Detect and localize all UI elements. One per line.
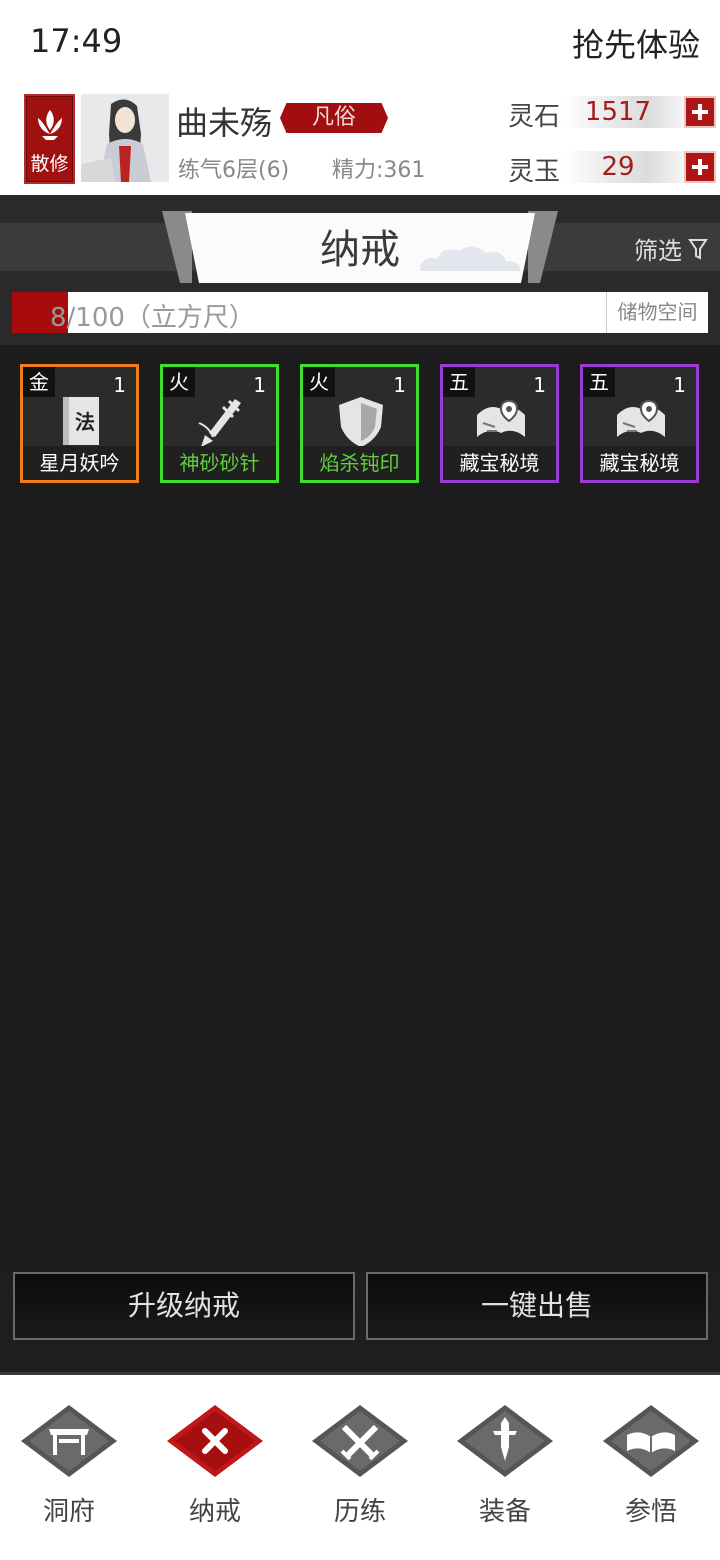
item-name: 神砂砂针 xyxy=(163,446,276,480)
plus-icon[interactable] xyxy=(684,96,716,128)
item-name: 星月妖吟 xyxy=(23,446,136,480)
currency-box: 1517 xyxy=(564,96,684,128)
item-grid: 金 1 法 星月妖吟 火 1 神砂砂针 火 1 焰杀钝印 五 1 藏宝秘境 五 … xyxy=(20,364,700,484)
rank-badge: 凡俗 xyxy=(280,103,388,133)
shield-icon xyxy=(339,397,383,447)
currency-label: 灵玉 xyxy=(508,157,561,187)
early-access-label[interactable]: 抢先体验 xyxy=(572,20,700,66)
treasure-map-icon xyxy=(477,399,525,437)
nav-item-ring[interactable]: 纳戒 xyxy=(160,1403,270,1543)
status-time: 17:49 xyxy=(30,22,123,60)
action-area: 升级纳戒 一键出售 xyxy=(0,1266,720,1372)
sect-label: 散修 xyxy=(30,153,69,175)
item-element: 五 xyxy=(583,367,615,397)
plus-icon[interactable] xyxy=(684,151,716,183)
bottom-navigation: 洞府 纳戒 历练 装备 参悟 xyxy=(0,1372,720,1560)
dagger-icon xyxy=(457,1405,553,1477)
item-count: 1 xyxy=(533,373,546,397)
inventory-title-band: 纳戒 筛选 8/100（立方尺） 储物空间 xyxy=(0,195,720,345)
capacity-text: 8/100（立方尺） xyxy=(50,303,255,333)
nav-label: 装备 xyxy=(478,1497,531,1527)
ring-close-icon xyxy=(167,1405,263,1477)
storage-space-button[interactable]: 储物空间 xyxy=(606,292,708,333)
item-count: 1 xyxy=(253,373,266,397)
spirit-jade-currency: 灵玉 29 xyxy=(508,149,716,187)
needle-weapon-icon xyxy=(198,399,241,447)
nav-item-cave[interactable]: 洞府 xyxy=(14,1403,124,1543)
cultivation-realm: 练气6层(6) xyxy=(178,158,290,183)
item-element: 火 xyxy=(163,367,195,397)
player-name: 曲未殇 xyxy=(176,104,273,142)
currency-label: 灵石 xyxy=(508,102,561,132)
open-book-icon xyxy=(603,1405,699,1477)
inventory-item[interactable]: 火 1 神砂砂针 xyxy=(160,364,279,483)
item-element: 金 xyxy=(23,367,55,397)
svg-text:法: 法 xyxy=(75,410,95,434)
inventory-item[interactable]: 五 1 藏宝秘境 xyxy=(580,364,699,483)
currency-value: 29 xyxy=(601,152,635,182)
nav-label: 纳戒 xyxy=(188,1497,241,1527)
player-header: 散修 曲未殇 凡俗 练气6层(6) 精力:361 灵石 1517 灵玉 29 xyxy=(0,82,720,195)
cave-gate-icon xyxy=(21,1405,117,1477)
item-count: 1 xyxy=(113,373,126,397)
capacity-bar: 8/100（立方尺） 储物空间 xyxy=(12,292,708,333)
avatar[interactable] xyxy=(81,94,169,182)
inventory-item[interactable]: 火 1 焰杀钝印 xyxy=(300,364,419,483)
currency-value: 1517 xyxy=(584,97,652,127)
status-bar: 17:49 抢先体验 xyxy=(0,0,720,82)
manual-book-icon: 法 xyxy=(63,397,99,445)
inventory-item[interactable]: 金 1 法 星月妖吟 xyxy=(20,364,139,483)
item-element: 火 xyxy=(303,367,335,397)
treasure-map-icon xyxy=(617,399,665,437)
nav-item-enlightenment[interactable]: 参悟 xyxy=(596,1403,706,1543)
item-name: 藏宝秘境 xyxy=(583,446,696,480)
energy-value: 精力:361 xyxy=(332,158,426,183)
item-element: 五 xyxy=(443,367,475,397)
item-name: 焰杀钝印 xyxy=(303,446,416,480)
nav-item-training[interactable]: 历练 xyxy=(305,1403,415,1543)
character-portrait xyxy=(81,94,169,182)
nav-label: 历练 xyxy=(333,1497,386,1527)
inventory-item[interactable]: 五 1 藏宝秘境 xyxy=(440,364,559,483)
item-name: 藏宝秘境 xyxy=(443,446,556,480)
sect-badge[interactable]: 散修 xyxy=(24,94,75,184)
item-count: 1 xyxy=(673,373,686,397)
page-title: 纳戒 xyxy=(320,227,400,273)
sell-all-button[interactable]: 一键出售 xyxy=(366,1272,708,1340)
spirit-stone-currency: 灵石 1517 xyxy=(508,94,716,132)
upgrade-ring-button[interactable]: 升级纳戒 xyxy=(13,1272,355,1340)
nav-label: 参悟 xyxy=(624,1497,677,1527)
lotus-icon xyxy=(38,110,62,140)
nav-item-equipment[interactable]: 装备 xyxy=(450,1403,560,1543)
item-count: 1 xyxy=(393,373,406,397)
nav-label: 洞府 xyxy=(42,1497,95,1527)
currency-box: 29 xyxy=(564,151,684,183)
crossed-swords-icon xyxy=(312,1405,408,1477)
